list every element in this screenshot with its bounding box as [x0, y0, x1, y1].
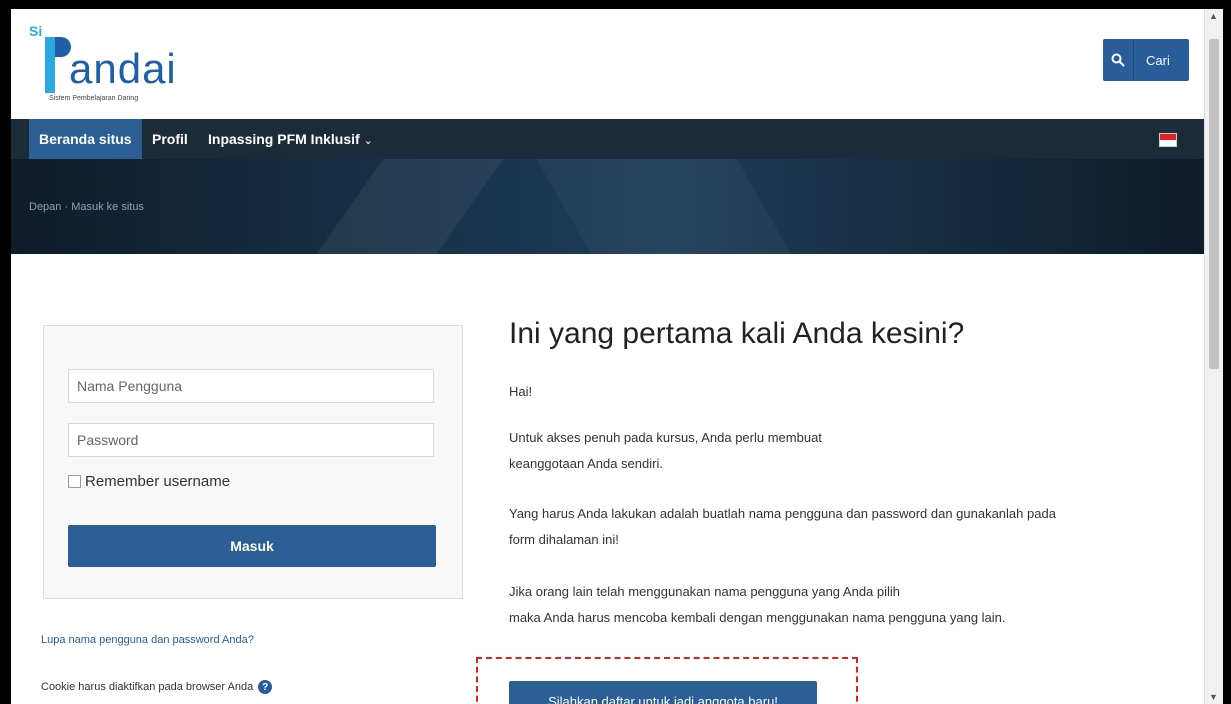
search-label: Cari: [1146, 52, 1170, 68]
site-logo[interactable]: Si andai Sistem Pembelajaran Daring: [29, 23, 199, 107]
signup-text-2b: form dihalaman ini!: [509, 532, 619, 547]
logo-p-icon: [45, 37, 71, 93]
scroll-down-icon[interactable]: ▼: [1209, 692, 1218, 702]
forgot-password-link[interactable]: Lupa nama pengguna dan password Anda?: [41, 634, 254, 646]
site-header: Si andai Sistem Pembelajaran Daring Cari: [11, 9, 1204, 119]
signup-text-3a: Jika orang lain telah menggunakan nama p…: [509, 584, 901, 599]
remember-checkbox[interactable]: [68, 475, 81, 488]
signup-text-2a: Yang harus Anda lakukan adalah buatlah n…: [509, 506, 1056, 521]
chevron-down-icon: ⌄: [363, 135, 373, 147]
scrollbar-thumb[interactable]: [1209, 39, 1219, 369]
signup-text-1a: Untuk akses penuh pada kursus, Anda perl…: [509, 430, 822, 445]
nav-item-inpassing-label: Inpassing PFM Inklusif: [208, 131, 360, 147]
breadcrumb[interactable]: Depan · Masuk ke situs: [29, 201, 144, 213]
search-button[interactable]: Cari: [1103, 39, 1189, 81]
signup-greeting: Hai!: [509, 384, 533, 399]
search-icon: [1103, 39, 1134, 81]
signup-text-1b: keanggotaan Anda sendiri.: [509, 456, 663, 471]
cookie-note: Cookie harus diaktifkan pada browser And…: [41, 680, 273, 694]
remember-username[interactable]: Remember username: [68, 473, 230, 490]
cookie-note-text: Cookie harus diaktifkan pada browser And…: [41, 681, 254, 693]
frame-border-left: [0, 0, 11, 704]
logo-wordmark: andai: [69, 45, 177, 92]
frame-border-top: [0, 0, 1231, 9]
login-box: Remember username Masuk: [43, 325, 463, 599]
username-input[interactable]: [68, 369, 434, 403]
signup-text-3b: maka Anda harus mencoba kembali dengan m…: [509, 610, 1006, 625]
signup-title: Ini yang pertama kali Anda kesini?: [509, 317, 965, 350]
language-flag-icon[interactable]: [1159, 133, 1177, 147]
help-icon[interactable]: ?: [258, 680, 273, 694]
frame-border-right: [1222, 0, 1231, 704]
screenshot-frame: Si andai Sistem Pembelajaran Daring Cari…: [0, 0, 1231, 704]
page-banner: Depan · Masuk ke situs: [11, 159, 1204, 254]
vertical-scrollbar[interactable]: ▲ ▼: [1204, 9, 1223, 704]
nav-item-beranda[interactable]: Beranda situs: [29, 119, 142, 159]
logo-tagline: Sistem Pembelajaran Daring: [49, 95, 139, 102]
signup-button[interactable]: Silahkan daftar untuk jadi anggota baru!: [509, 681, 817, 704]
remember-label: Remember username: [85, 473, 231, 490]
scroll-up-icon[interactable]: ▲: [1209, 11, 1218, 21]
logo-si-text: Si: [29, 23, 43, 39]
nav-item-profil[interactable]: Profil: [152, 119, 188, 159]
login-button[interactable]: Masuk: [68, 525, 436, 567]
main-navbar: Beranda situs Profil Inpassing PFM Inklu…: [11, 119, 1204, 159]
nav-item-inpassing[interactable]: Inpassing PFM Inklusif ⌄: [208, 119, 373, 159]
password-input[interactable]: [68, 423, 434, 457]
browser-page: Si andai Sistem Pembelajaran Daring Cari…: [11, 9, 1204, 704]
